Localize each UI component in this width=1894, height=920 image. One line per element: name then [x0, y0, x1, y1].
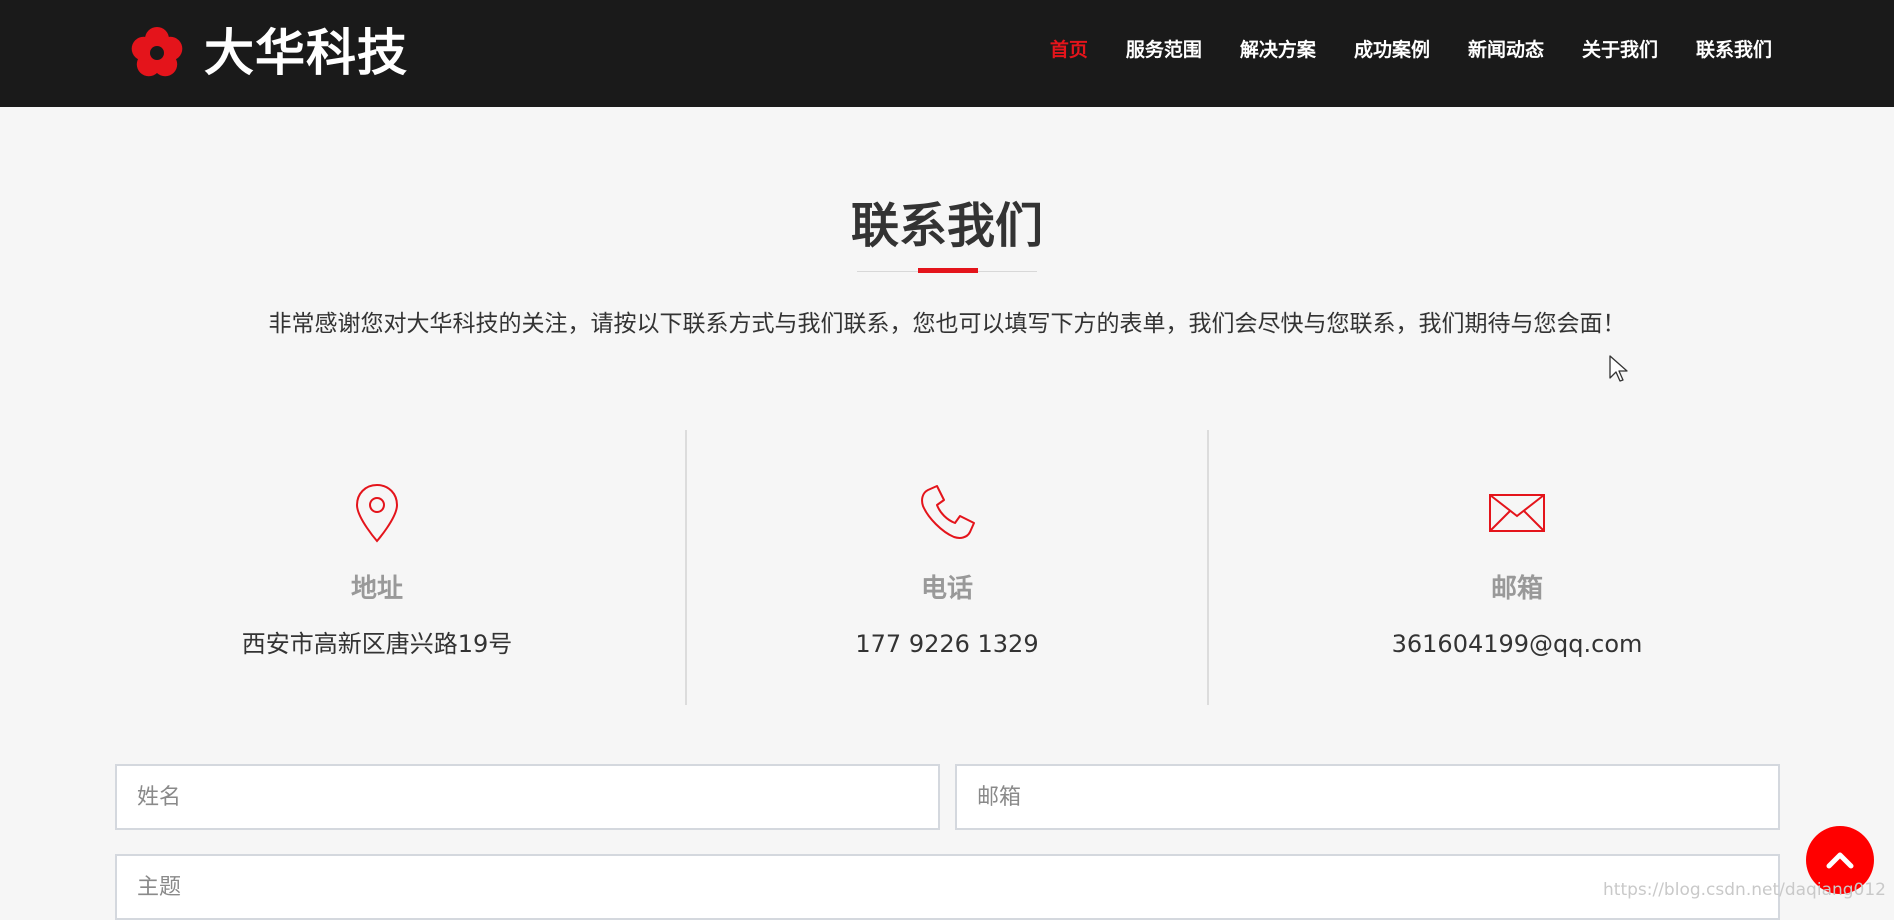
mail-icon — [1489, 494, 1545, 532]
phone-value: 177 9226 1329 — [855, 630, 1039, 658]
nav-item-cases[interactable]: 成功案例 — [1354, 36, 1430, 64]
mouse-cursor-icon — [1609, 355, 1628, 382]
nav-item-services[interactable]: 服务范围 — [1126, 36, 1202, 64]
phone-label: 电话 — [920, 574, 973, 604]
email-value: 361604199@qq.com — [1391, 630, 1643, 658]
nav-item-home[interactable]: 首页 — [1050, 36, 1088, 64]
page-title: 联系我们 — [850, 198, 1043, 254]
nav-item-solutions[interactable]: 解决方案 — [1240, 36, 1316, 64]
location-pin-icon — [355, 483, 399, 543]
email-field[interactable] — [955, 764, 1780, 830]
nav-item-about[interactable]: 关于我们 — [1582, 36, 1658, 64]
intro-text: 非常感谢您对大华科技的关注，请按以下联系方式与我们联系，您也可以填写下方的表单，… — [268, 311, 1626, 337]
logo[interactable]: 大华科技 — [130, 24, 408, 82]
address-block: 地址 西安市高新区唐兴路19号 — [116, 430, 638, 705]
flower-logo-icon — [131, 27, 183, 77]
watermark: https://blog.csdn.net/daqiang012 — [1603, 880, 1886, 900]
address-value: 西安市高新区唐兴路19号 — [241, 630, 513, 658]
phone-block: 电话 177 9226 1329 — [686, 430, 1208, 705]
subject-field[interactable] — [115, 854, 1780, 920]
column-divider — [1207, 430, 1209, 705]
chevron-up-icon — [1826, 852, 1854, 869]
email-block: 邮箱 361604199@qq.com — [1256, 430, 1778, 705]
nav-item-contact[interactable]: 联系我们 — [1696, 36, 1772, 64]
main-nav: 首页 服务范围 解决方案 成功案例 新闻动态 关于我们 联系我们 — [1012, 36, 1772, 64]
phone-icon — [921, 485, 975, 539]
logo-text: 大华科技 — [204, 24, 408, 82]
title-accent-bar — [918, 268, 978, 273]
name-field[interactable] — [115, 764, 940, 830]
address-label: 地址 — [350, 574, 403, 604]
nav-item-news[interactable]: 新闻动态 — [1468, 36, 1544, 64]
email-label: 邮箱 — [1490, 574, 1543, 604]
site-header: 大华科技 首页 服务范围 解决方案 成功案例 新闻动态 关于我们 联系我们 — [0, 0, 1894, 107]
